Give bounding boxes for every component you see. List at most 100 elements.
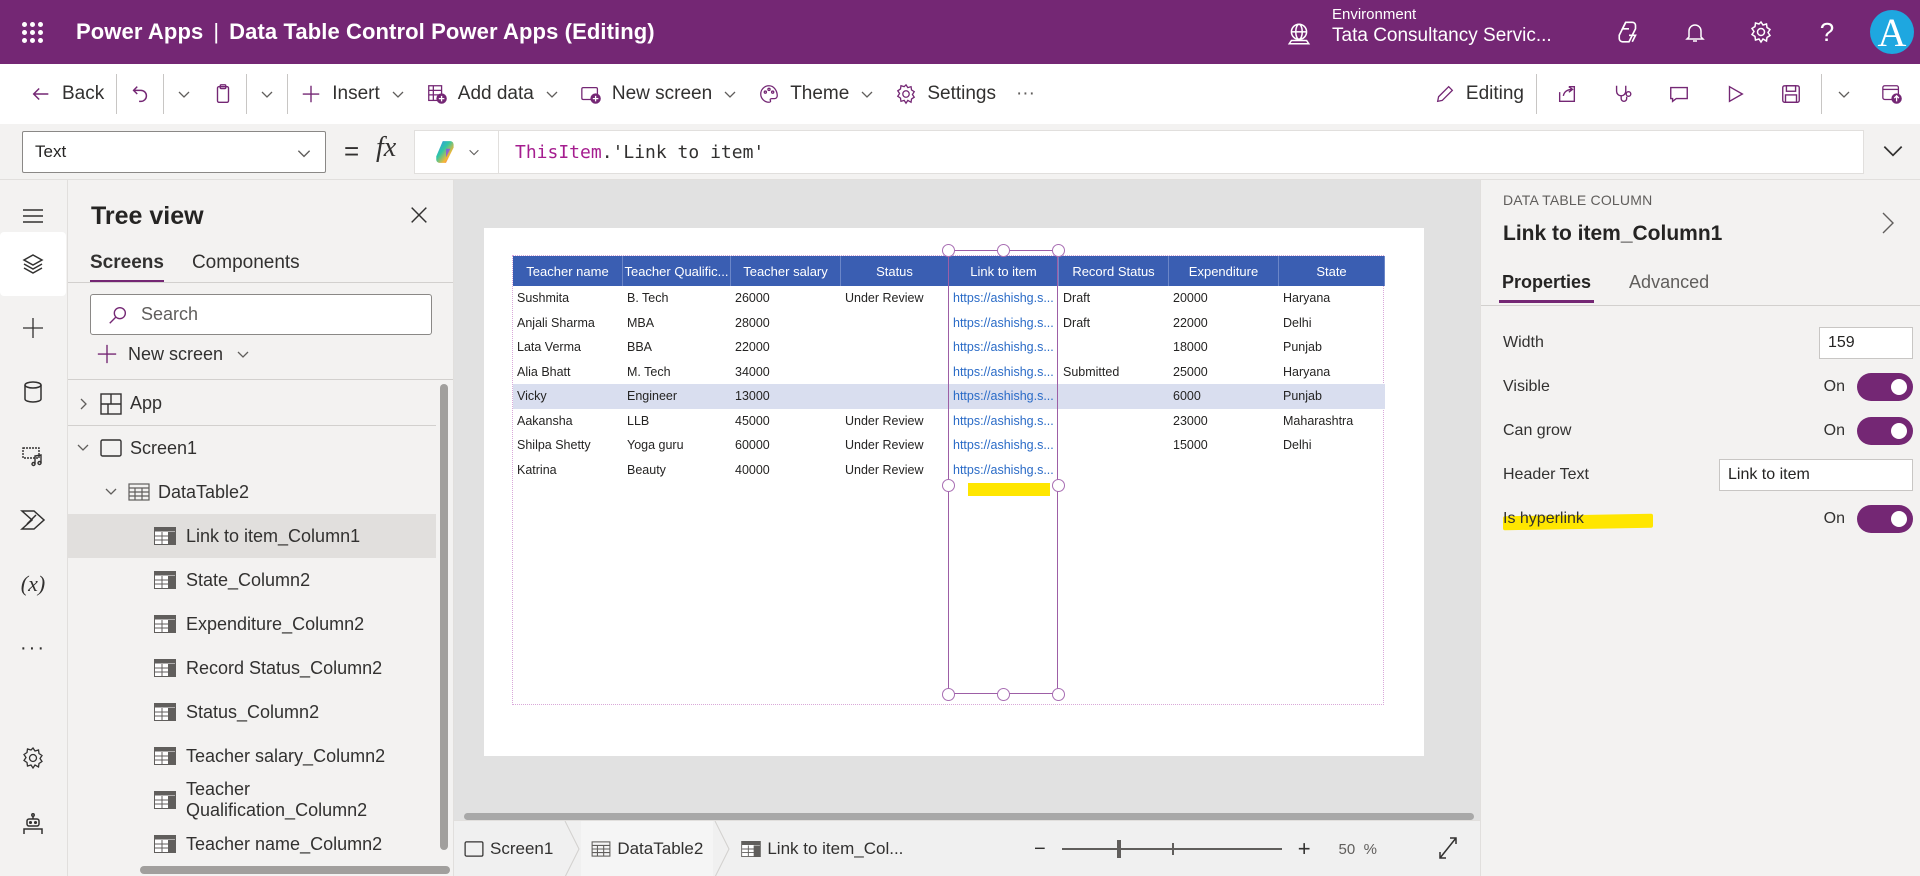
environment-picker[interactable]: Environment Tata Consultancy Servic... xyxy=(1286,6,1552,47)
chevron-right-icon[interactable] xyxy=(1879,210,1897,236)
insert-button[interactable]: Insert xyxy=(290,74,416,114)
rail-insert[interactable] xyxy=(0,296,66,360)
close-icon[interactable] xyxy=(408,204,430,226)
column-header[interactable]: Teacher Qualific... xyxy=(623,256,731,286)
resize-handle[interactable] xyxy=(1051,243,1065,257)
more-commands-button[interactable]: ··· xyxy=(1006,74,1045,114)
column-header[interactable]: Expenditure xyxy=(1169,256,1279,286)
undo-dropdown[interactable] xyxy=(166,74,202,114)
chevron-right-icon[interactable] xyxy=(76,397,90,411)
help-button[interactable]: ? xyxy=(1794,0,1860,64)
resize-handle[interactable] xyxy=(996,243,1010,257)
table-row[interactable]: Anjali Sharma MBA 28000 https://ashishg.s..… xyxy=(513,311,1385,336)
hyperlink-cell[interactable]: https://ashishg.s... xyxy=(949,316,1059,330)
tab-properties[interactable]: Properties xyxy=(1499,272,1595,303)
hyperlink-cell[interactable]: https://ashishg.s... xyxy=(949,463,1059,477)
tree-item-column[interactable]: Status_Column2 xyxy=(68,690,436,734)
tab-advanced[interactable]: Advanced xyxy=(1626,272,1712,303)
comments-button[interactable] xyxy=(1651,74,1707,114)
share-button[interactable] xyxy=(1539,74,1595,114)
rail-more[interactable]: ··· xyxy=(0,616,66,680)
column-header[interactable]: Teacher name xyxy=(513,256,623,286)
preview-button[interactable] xyxy=(1707,74,1763,114)
column-header[interactable]: Record Status xyxy=(1059,256,1169,286)
visible-toggle[interactable] xyxy=(1857,373,1913,401)
hyperlink-cell[interactable]: https://ashishg.s... xyxy=(949,438,1059,452)
property-selector[interactable]: Text xyxy=(22,131,326,173)
rail-copilot-agent[interactable] xyxy=(0,792,66,856)
column-header[interactable]: Link to item xyxy=(949,256,1059,286)
table-row[interactable]: Aakansha LLB 45000 Under Review https://ashi… xyxy=(513,409,1385,434)
app-launcher-button[interactable] xyxy=(0,0,64,64)
editing-mode-button[interactable]: Editing xyxy=(1424,74,1534,114)
table-row[interactable]: Lata Verma BBA 22000 https://ashishg.s... 18… xyxy=(513,335,1385,360)
chevron-down-icon[interactable] xyxy=(76,442,90,454)
breadcrumb-datatable2[interactable]: DataTable2 xyxy=(581,820,714,876)
fit-to-window-icon[interactable] xyxy=(1436,835,1460,861)
app-screen[interactable]: Teacher name Teacher Qualific... Teacher s… xyxy=(484,228,1424,756)
tree-item-column[interactable]: State_Column2 xyxy=(68,558,436,602)
publish-button[interactable] xyxy=(1864,74,1920,114)
tree-item-datatable2[interactable]: DataTable2 xyxy=(68,470,436,514)
breadcrumb-column[interactable]: Link to item_Col... xyxy=(731,821,913,876)
hyperlink-cell[interactable]: https://ashishg.s... xyxy=(949,340,1059,354)
column-header[interactable]: Status xyxy=(841,256,949,286)
back-button[interactable]: Back xyxy=(20,74,114,114)
save-button[interactable] xyxy=(1763,74,1819,114)
tree-item-column[interactable]: Teacher Qualification_Column2 xyxy=(68,778,436,822)
table-row[interactable]: Shilpa Shetty Yoga guru 60000 Under Review h… xyxy=(513,433,1385,458)
notifications-button[interactable] xyxy=(1662,0,1728,64)
hyperlink-cell[interactable]: https://ashishg.s... xyxy=(949,291,1059,305)
column-header[interactable]: State xyxy=(1279,256,1385,286)
paste-dropdown[interactable] xyxy=(249,74,285,114)
rail-tree-view[interactable] xyxy=(0,232,66,296)
zoom-slider[interactable] xyxy=(1061,840,1282,858)
tree-search-input[interactable]: Search xyxy=(90,294,432,335)
tab-components[interactable]: Components xyxy=(192,252,300,283)
rail-variables[interactable]: (x) xyxy=(0,552,66,616)
vertical-scrollbar[interactable] xyxy=(440,384,448,850)
resize-handle[interactable] xyxy=(1051,478,1065,492)
header-text-input[interactable]: Link to item xyxy=(1719,459,1913,491)
breadcrumb-screen1[interactable]: Screen1 xyxy=(454,821,563,876)
tree-item-app[interactable]: App xyxy=(68,382,436,426)
formula-text[interactable]: ThisItem.'Link to item' xyxy=(515,142,764,163)
horizontal-scrollbar[interactable] xyxy=(140,866,450,874)
theme-button[interactable]: Theme xyxy=(748,74,885,114)
resize-handle[interactable] xyxy=(941,687,955,701)
paste-button[interactable] xyxy=(202,74,244,114)
expand-formula-icon[interactable] xyxy=(1880,138,1906,164)
user-avatar[interactable]: A xyxy=(1870,10,1914,55)
width-input[interactable]: 159 xyxy=(1819,327,1913,359)
save-options-dropdown[interactable] xyxy=(1824,74,1864,114)
rail-data[interactable] xyxy=(0,360,66,424)
tree-item-screen1[interactable]: Screen1 xyxy=(68,426,436,470)
column-header[interactable]: Teacher salary xyxy=(731,256,841,286)
tree-item-column[interactable]: Teacher name_Column2 xyxy=(68,822,436,866)
settings-button[interactable] xyxy=(1728,0,1794,64)
hyperlink-cell[interactable]: https://ashishg.s... xyxy=(949,365,1059,379)
rail-settings[interactable] xyxy=(0,726,66,790)
hyperlink-cell[interactable]: https://ashishg.s... xyxy=(949,414,1059,428)
hyperlink-cell[interactable]: https://ashishg.s... xyxy=(949,389,1059,403)
tree-item-column[interactable]: Expenditure_Column2 xyxy=(68,602,436,646)
undo-button[interactable] xyxy=(119,74,161,114)
resize-handle[interactable] xyxy=(1051,687,1065,701)
canvas-horizontal-scrollbar[interactable] xyxy=(464,813,1474,820)
table-row[interactable]: Sushmita B. Tech 26000 Under Review https://… xyxy=(513,286,1385,311)
zoom-in-button[interactable]: + xyxy=(1298,836,1311,862)
tab-screens[interactable]: Screens xyxy=(90,252,164,283)
new-screen-button[interactable]: New screen xyxy=(570,74,748,114)
chevron-down-icon[interactable] xyxy=(104,486,118,498)
zoom-slider-thumb[interactable] xyxy=(1116,840,1121,858)
is-hyperlink-toggle[interactable] xyxy=(1857,505,1913,533)
app-checker-button[interactable] xyxy=(1595,74,1651,114)
table-row[interactable]: Alia Bhatt M. Tech 34000 https://ashishg.s.… xyxy=(513,360,1385,385)
copilot-button[interactable] xyxy=(1596,0,1662,64)
rail-media[interactable] xyxy=(0,424,66,488)
tree-item-column[interactable]: Record Status_Column2 xyxy=(68,646,436,690)
add-data-button[interactable]: Add data xyxy=(416,74,570,114)
can-grow-toggle[interactable] xyxy=(1857,417,1913,445)
settings-command-button[interactable]: Settings xyxy=(885,74,1006,114)
new-screen-button[interactable]: New screen xyxy=(96,343,251,365)
